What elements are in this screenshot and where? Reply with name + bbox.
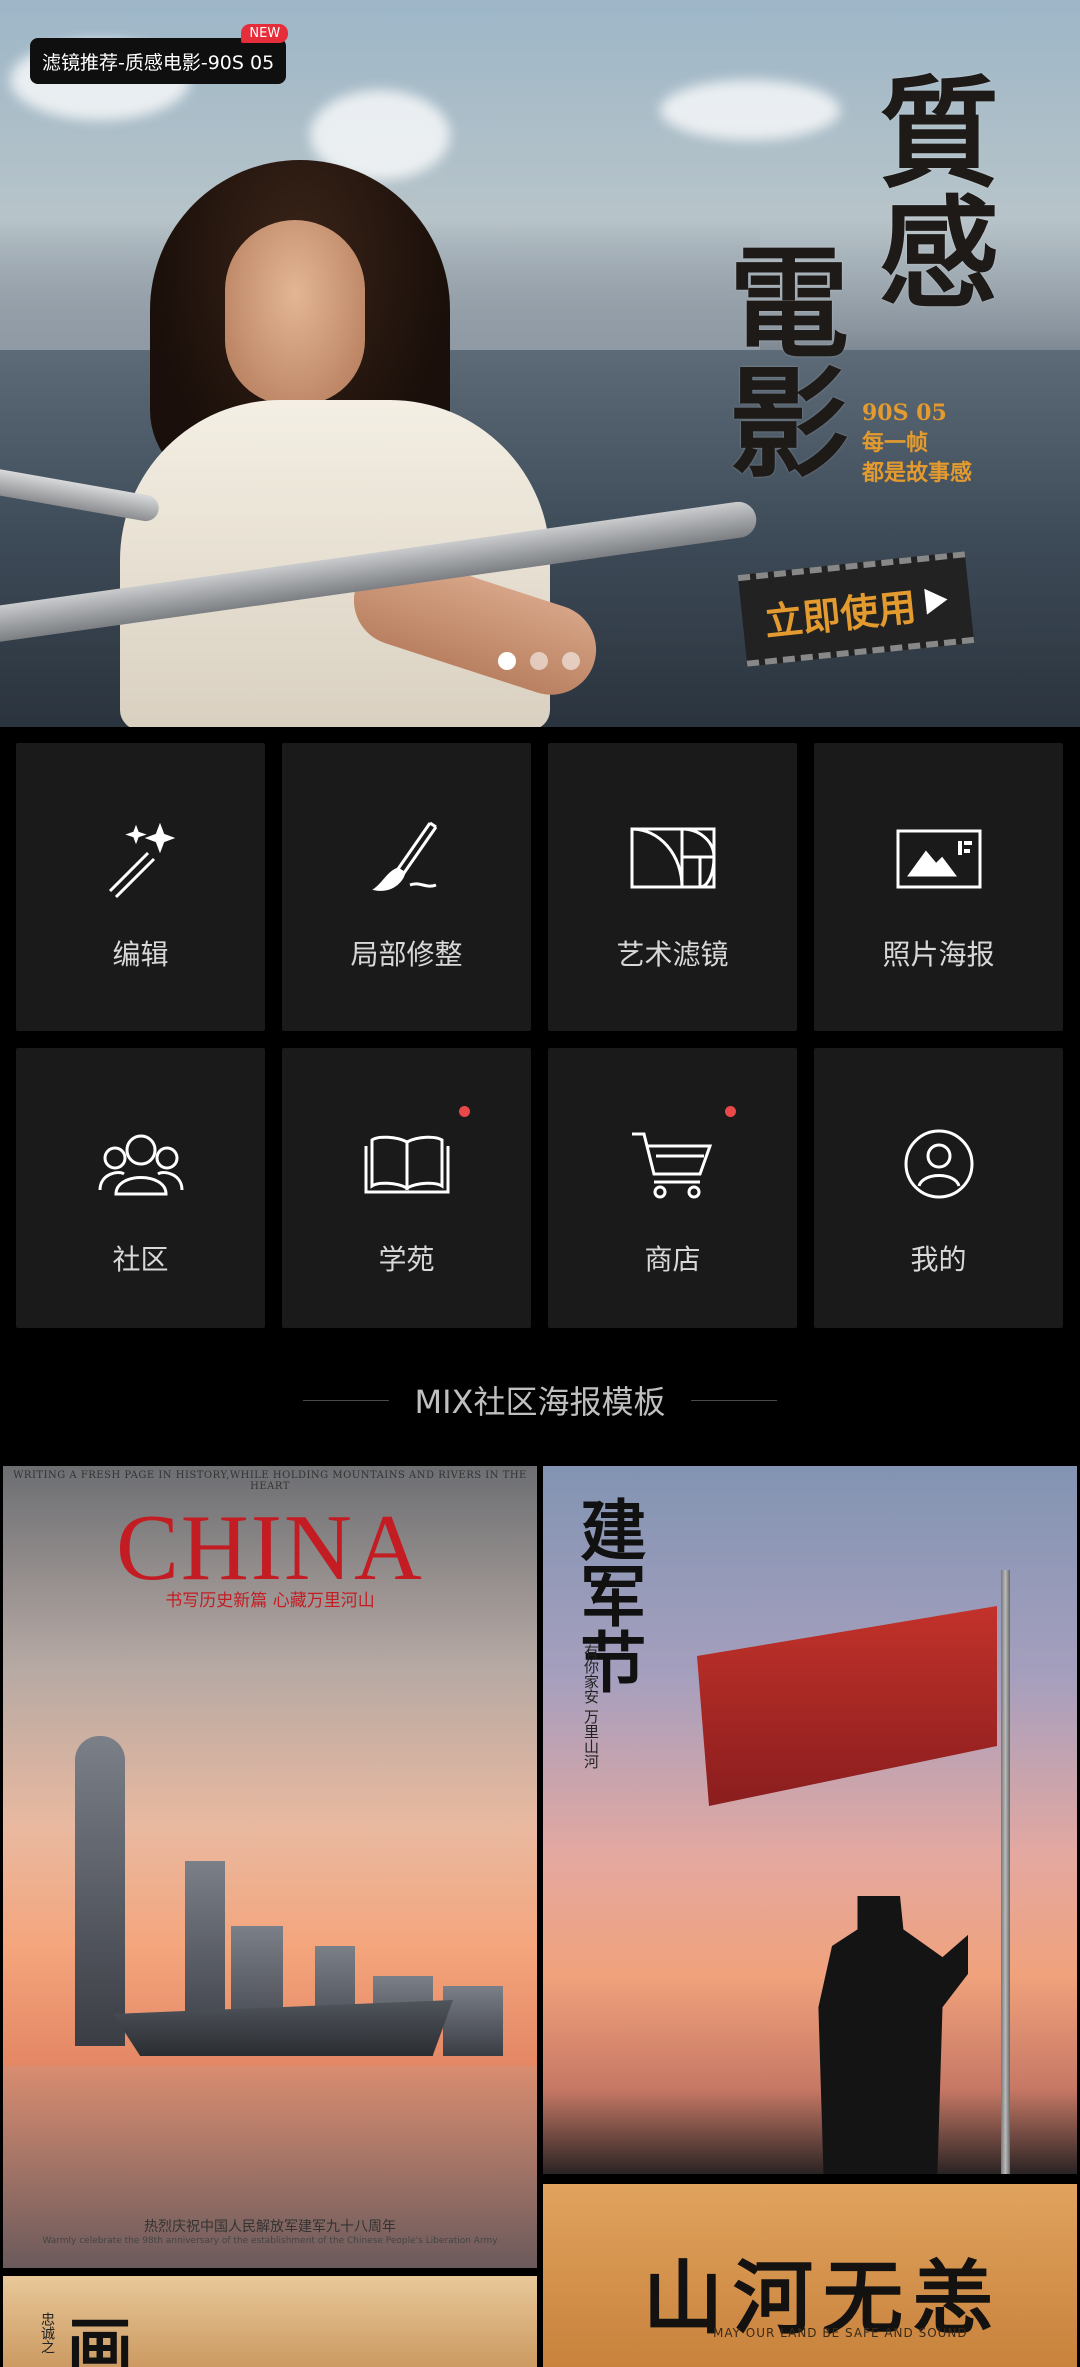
- poster-side-text: 有你家安 万里山河: [582, 1644, 600, 1769]
- new-badge: NEW: [241, 24, 289, 43]
- tool-store[interactable]: 商店: [548, 1048, 797, 1328]
- subtitle-line: 每一帧: [862, 430, 929, 456]
- golden-ratio-icon: [630, 827, 716, 889]
- photo-poster-icon: [896, 829, 982, 889]
- poster-top-line: WRITING A FRESH PAGE IN HISTORY,WHILE HO…: [13, 1470, 527, 1492]
- tool-label: 社区: [112, 1243, 169, 1276]
- brush-icon: [372, 821, 438, 891]
- filter-recommend-tag[interactable]: 滤镜推荐-质感电影-90S 05 NEW: [30, 24, 289, 84]
- tool-art-filter[interactable]: 艺术滤镜: [548, 743, 797, 1031]
- poster-card[interactable]: WRITING A FRESH PAGE IN HISTORY,WHILE HO…: [3, 1466, 537, 2268]
- play-icon: [924, 586, 949, 615]
- flagpole: [1001, 1570, 1010, 2174]
- profile-icon: [904, 1129, 974, 1199]
- book-icon: [364, 1135, 450, 1194]
- skyscraper: [443, 1986, 503, 2056]
- cloud: [660, 80, 840, 140]
- tool-label: 照片海报: [882, 938, 995, 971]
- banner-subtitle: 90S 05 每一帧 都是故事感: [862, 398, 972, 488]
- tool-label: 艺术滤镜: [616, 938, 729, 971]
- poster-side-text: 忠诚之: [39, 2312, 55, 2354]
- skyscraper: [75, 1736, 125, 2046]
- divider: [691, 1399, 778, 1401]
- section-title: MIX社区海报模板: [414, 1383, 666, 1421]
- carousel-dot[interactable]: [562, 652, 580, 670]
- poster-card[interactable]: 山河无恙 MAY OUR LAND BE SAFE AND SOUND: [543, 2184, 1077, 2367]
- hero-banner[interactable]: 滤镜推荐-质感电影-90S 05 NEW 質感 電影 90S 05 每一帧 都是…: [0, 0, 1080, 727]
- tool-edit[interactable]: 编辑: [16, 743, 265, 1031]
- tool-label: 局部修整: [350, 938, 463, 971]
- poster-title: 画: [67, 2310, 133, 2367]
- divider: [302, 1399, 389, 1401]
- model-photo: [120, 160, 620, 727]
- notification-dot: [725, 1106, 736, 1117]
- poster-bottom-en: Warmly celebrate the 98th anniversary of…: [42, 2236, 498, 2246]
- subtitle-line: 90S 05: [862, 400, 947, 426]
- tool-label: 学苑: [378, 1243, 435, 1276]
- notification-dot: [459, 1106, 470, 1117]
- tool-profile[interactable]: 我的: [814, 1048, 1063, 1328]
- poster-card[interactable]: 建军节 有你家安 万里山河: [543, 1466, 1077, 2174]
- subtitle-line: 都是故事感: [862, 460, 973, 486]
- tag-text: 滤镜推荐-质感电影-90S 05: [42, 51, 275, 74]
- poster-card[interactable]: 忠诚之 画: [3, 2276, 537, 2367]
- banner-title-film: 電影: [708, 240, 849, 480]
- cta-label: 立即使用: [762, 583, 919, 644]
- tool-photo-poster[interactable]: 照片海报: [814, 743, 1063, 1031]
- tool-label: 我的: [910, 1243, 967, 1276]
- cart-icon: [632, 1132, 713, 1199]
- magic-wand-icon: [108, 822, 176, 899]
- carousel-indicator: [498, 652, 580, 670]
- tool-label: 商店: [644, 1243, 701, 1276]
- carousel-dot[interactable]: [498, 652, 516, 670]
- tool-community[interactable]: 社区: [16, 1048, 265, 1328]
- community-icon: [98, 1134, 184, 1196]
- carousel-dot[interactable]: [530, 652, 548, 670]
- flag: [697, 1606, 997, 1806]
- poster-bottom-text: 热烈庆祝中国人民解放军建军九十八周年: [144, 2219, 396, 2235]
- tool-local-adjust[interactable]: 局部修整: [282, 743, 531, 1031]
- poster-subtitle: 书写历史新篇 心藏万里河山: [165, 1591, 375, 1611]
- section-header: MIX社区海报模板: [0, 1372, 1080, 1428]
- tool-academy[interactable]: 学苑: [282, 1048, 531, 1328]
- poster-subtitle: MAY OUR LAND BE SAFE AND SOUND: [713, 2326, 968, 2340]
- saluting-soldier: [818, 1896, 968, 2174]
- tool-label: 编辑: [112, 938, 169, 971]
- banner-title-quality: 質感: [858, 70, 999, 310]
